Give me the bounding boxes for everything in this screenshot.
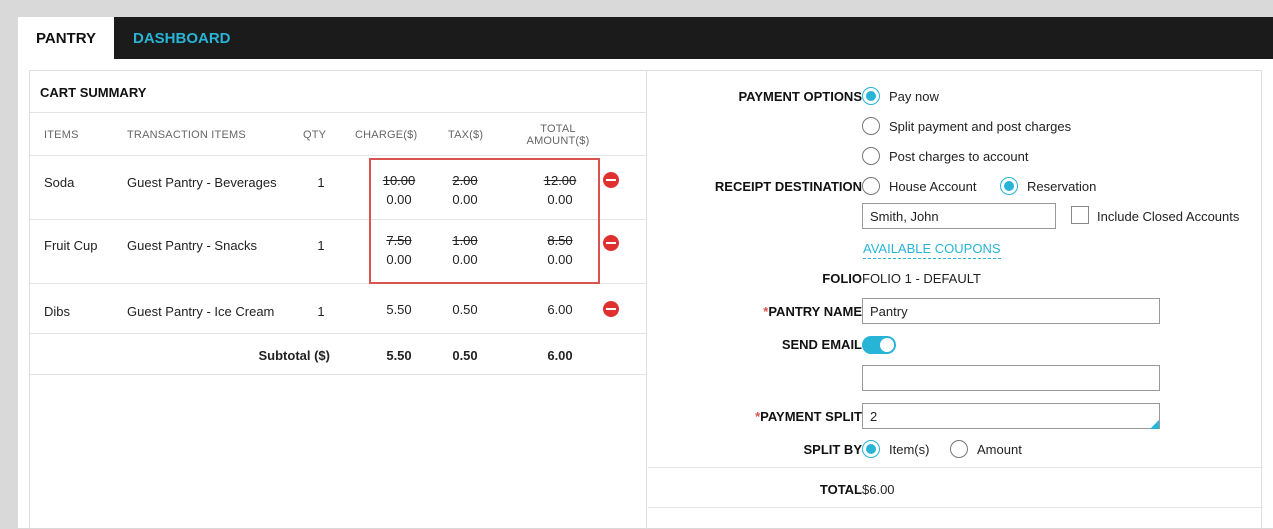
radio-post-charges[interactable] <box>862 147 880 165</box>
payment-split-input[interactable] <box>862 403 1160 429</box>
row-charge: 5.50 <box>386 302 412 317</box>
row-transaction-item: Guest Pantry - Ice Cream <box>127 304 275 319</box>
receipt-destination-label: RECEIPT DESTINATION <box>714 179 862 194</box>
divider <box>30 155 647 156</box>
row-qty: 1 <box>317 238 325 253</box>
radio-label-split-amount: Amount <box>977 442 1022 457</box>
payment-split-label-text: PAYMENT SPLIT <box>760 409 862 424</box>
resize-corner-icon <box>1150 420 1159 429</box>
subtotal-tax: 0.50 <box>452 348 478 363</box>
split-by-label: SPLIT BY <box>803 442 862 457</box>
radio-label-pay-now: Pay now <box>889 89 939 104</box>
pantry-name-label: *PANTRY NAME <box>763 304 862 319</box>
radio-split-payment[interactable] <box>862 117 880 135</box>
radio-pay-now[interactable] <box>862 87 880 105</box>
radio-label-split-payment: Split payment and post charges <box>889 119 1072 134</box>
row-item-name: Soda <box>44 175 75 190</box>
header-total-line2: AMOUNT($) <box>526 135 590 147</box>
payment-form-panel: PAYMENT OPTIONS Pay now Split payment an… <box>648 71 1263 529</box>
remove-item-icon[interactable] <box>603 235 619 251</box>
radio-split-items[interactable] <box>862 440 880 458</box>
total-label: TOTAL <box>819 482 862 497</box>
header-total-line1: TOTAL <box>540 123 576 135</box>
payment-split-label: *PAYMENT SPLIT <box>755 409 862 424</box>
divider <box>30 112 647 113</box>
subtotal-label: Subtotal ($) <box>258 348 331 363</box>
row-tax: 0.50 <box>452 302 478 317</box>
remove-item-icon[interactable] <box>603 172 619 188</box>
tab-bar: PANTRY DASHBOARD <box>18 17 1273 59</box>
subtotal-charge: 5.50 <box>386 348 412 363</box>
email-input[interactable] <box>862 365 1160 391</box>
payment-options-label: PAYMENT OPTIONS <box>738 89 862 104</box>
pantry-name-input[interactable] <box>862 298 1160 324</box>
row-total: 6.00 <box>547 302 573 317</box>
row-transaction-item: Guest Pantry - Beverages <box>127 175 277 190</box>
radio-reservation[interactable] <box>1000 177 1018 195</box>
tab-dashboard[interactable]: DASHBOARD <box>133 17 231 59</box>
row-qty: 1 <box>317 175 325 190</box>
available-coupons-link[interactable]: AVAILABLE COUPONS <box>863 241 1001 259</box>
radio-label-house-account: House Account <box>889 179 977 194</box>
main-content: CART SUMMARY ITEMS TRANSACTION ITEMS QTY… <box>29 70 1263 529</box>
cart-summary-panel: CART SUMMARY ITEMS TRANSACTION ITEMS QTY… <box>30 71 647 529</box>
row-qty: 1 <box>317 304 325 319</box>
header-tax: TAX($) <box>448 129 484 141</box>
divider <box>30 374 647 375</box>
header-transaction-items: TRANSACTION ITEMS <box>127 129 246 141</box>
row-item-name: Fruit Cup <box>44 238 98 253</box>
include-closed-accounts-checkbox[interactable] <box>1071 206 1089 224</box>
divider <box>648 467 1263 468</box>
remove-item-icon[interactable] <box>603 301 619 317</box>
guest-name-input[interactable] <box>862 203 1056 229</box>
radio-house-account[interactable] <box>862 177 880 195</box>
pantry-name-label-text: PANTRY NAME <box>768 304 862 319</box>
row-transaction-item: Guest Pantry - Snacks <box>127 238 258 253</box>
folio-label: FOLIO <box>822 271 862 286</box>
header-items: ITEMS <box>44 129 79 141</box>
subtotal-total: 6.00 <box>547 348 573 363</box>
folio-value: FOLIO 1 - DEFAULT <box>862 271 981 286</box>
radio-split-amount[interactable] <box>950 440 968 458</box>
pantry-window: PANTRY DASHBOARD CART SUMMARY ITEMS TRAN… <box>18 17 1273 529</box>
radio-label-reservation: Reservation <box>1027 179 1097 194</box>
row-item-name: Dibs <box>44 304 71 319</box>
discount-highlight-box <box>369 158 600 284</box>
header-total-amount: TOTAL AMOUNT($) <box>510 123 606 147</box>
total-value: $6.00 <box>862 482 895 497</box>
send-email-toggle[interactable] <box>862 336 896 354</box>
divider <box>648 507 1263 508</box>
tab-pantry[interactable]: PANTRY <box>18 17 114 59</box>
radio-label-post-charges: Post charges to account <box>889 149 1029 164</box>
radio-label-split-items: Item(s) <box>889 442 930 457</box>
divider <box>30 333 647 334</box>
send-email-label: SEND EMAIL <box>781 337 862 352</box>
header-qty: QTY <box>303 129 327 141</box>
cart-summary-title: CART SUMMARY <box>40 85 147 100</box>
include-closed-accounts-label: Include Closed Accounts <box>1097 209 1240 224</box>
header-charge: CHARGE($) <box>355 129 418 141</box>
